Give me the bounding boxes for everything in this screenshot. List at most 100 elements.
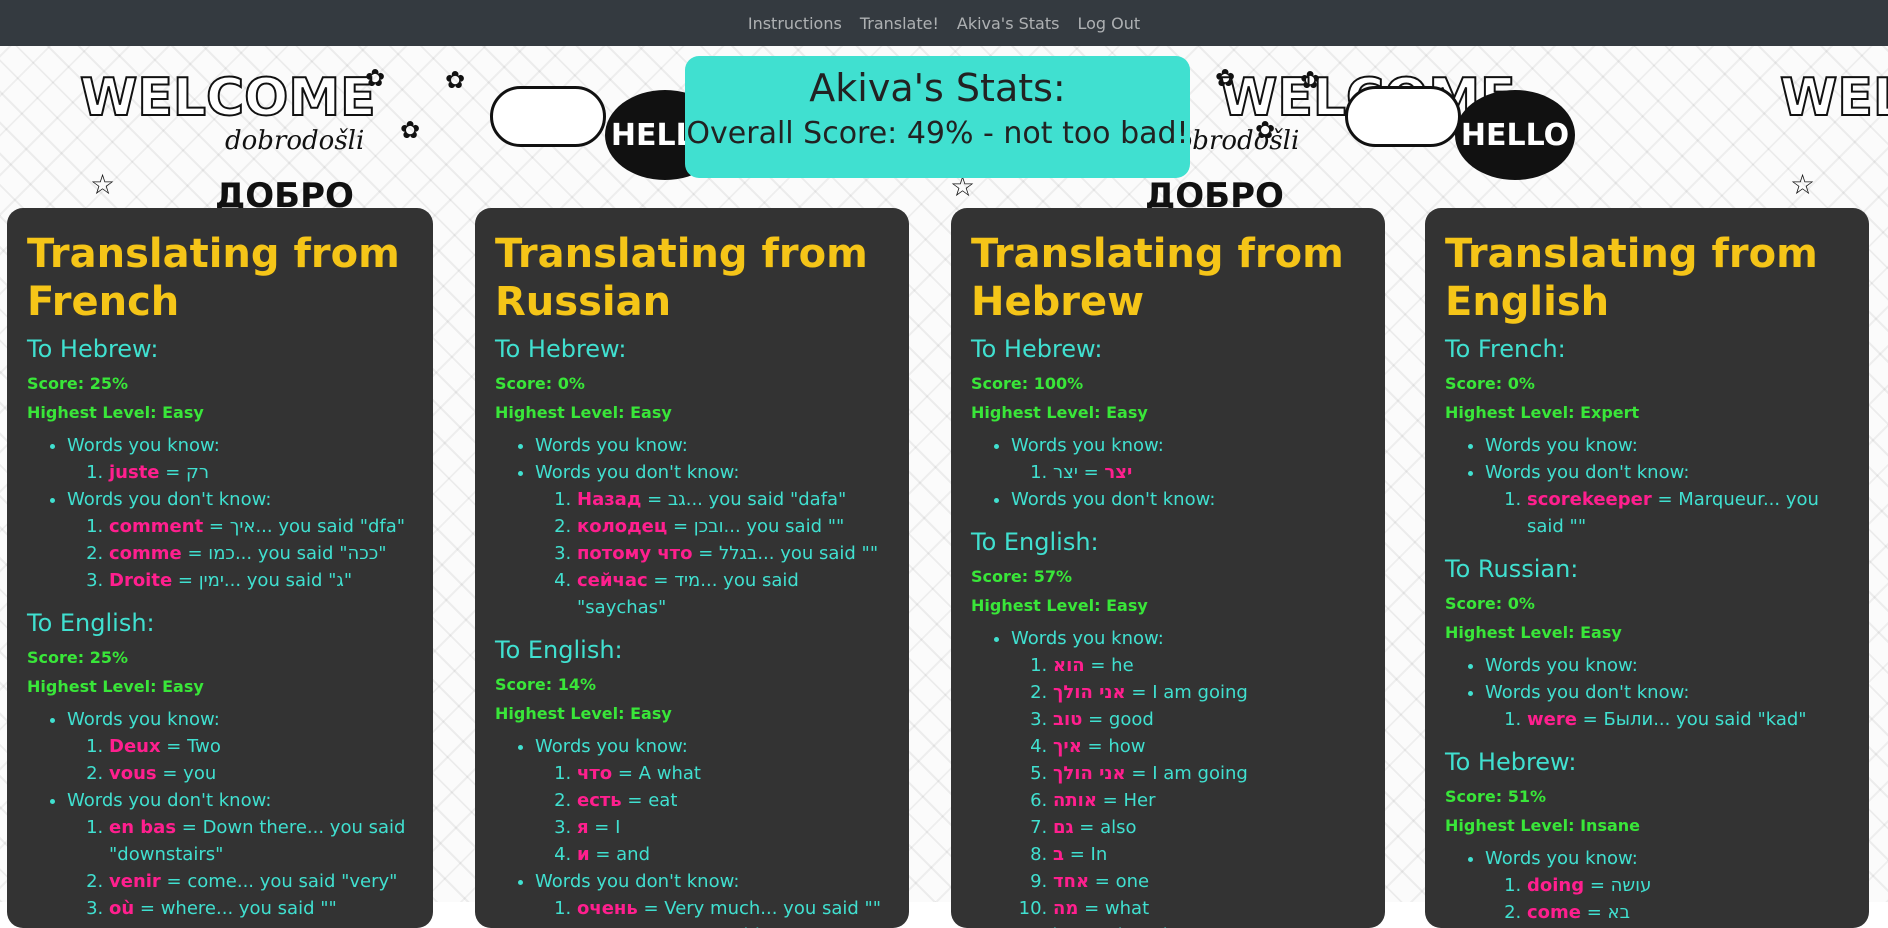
source-word: אני הולך xyxy=(1053,682,1126,703)
source-word: were xyxy=(1527,709,1577,730)
unknown-words-list: comment = איך... you said "dfa"comme = כ… xyxy=(67,513,413,594)
nav-instructions[interactable]: Instructions xyxy=(748,14,842,33)
word-item: venir = come... you said "very" xyxy=(109,868,413,895)
translation-section: To French: Score: 0% Highest Level: Expert… xyxy=(1445,334,1849,540)
section-title: To English: xyxy=(27,609,155,637)
source-word: что xyxy=(577,763,613,784)
bg-flower-icon: ✿ xyxy=(365,64,386,92)
bg-star-icon: ☆ xyxy=(1790,168,1816,201)
unknown-words-label: Words you don't know: xyxy=(535,462,740,483)
unknown-words-label: Words you don't know: xyxy=(67,489,272,510)
bg-flower-icon: ✿ xyxy=(400,116,421,144)
word-item: אותה = Her xyxy=(1053,787,1365,814)
source-word: Deux xyxy=(109,736,161,757)
word-translation: = In xyxy=(1063,844,1108,865)
word-item: מה = what xyxy=(1053,895,1365,922)
source-word: scorekeeper xyxy=(1527,489,1652,510)
score-text: Score: 0% xyxy=(495,374,585,393)
known-words-group: Words you know: xyxy=(1485,432,1849,459)
word-groups: Words you know: Words you don't know: scor… xyxy=(1445,432,1849,540)
known-words-list: doing = עושהcome = בא xyxy=(1485,872,1849,926)
word-item: comment = איך... you said "dfa" xyxy=(109,513,413,540)
word-item: were = Были... you said "kad" xyxy=(1527,706,1849,733)
source-word: אחד xyxy=(1053,871,1090,892)
unknown-words-list: очень = Very much... you said ""ты = You… xyxy=(535,895,889,928)
card-title: Translating from English xyxy=(1445,231,1818,325)
stats-header: Akiva's Stats: Overall Score: 49% - not … xyxy=(685,56,1190,178)
word-translation: = and xyxy=(589,844,651,865)
source-word: очень xyxy=(577,898,638,919)
unknown-words-group: Words you don't know: Назад = גב... you s… xyxy=(535,459,889,621)
word-item: что = A what xyxy=(577,760,889,787)
section-title: To Hebrew: xyxy=(1445,748,1577,776)
known-words-label: Words you know: xyxy=(1485,655,1638,676)
known-words-label: Words you know: xyxy=(1011,435,1164,456)
word-translation: = רק xyxy=(159,462,209,483)
word-item: потому что = בגלל... you said "" xyxy=(577,540,889,567)
nav-log-out[interactable]: Log Out xyxy=(1077,14,1140,33)
card-title: Translating from Russian xyxy=(495,231,868,325)
translation-section: To Hebrew: Score: 100% Highest Level: Easy… xyxy=(971,334,1365,513)
known-words-group: Words you know: xyxy=(535,432,889,459)
unknown-words-list: scorekeeper = Marqueur... you said "" xyxy=(1485,486,1849,540)
unknown-words-group: Words you don't know: scorekeeper = Marqu… xyxy=(1485,459,1849,540)
word-translation: = how xyxy=(1081,736,1146,757)
source-word: comment xyxy=(109,516,204,537)
level-text: Highest Level: Easy xyxy=(27,403,204,422)
source-word: Назад xyxy=(577,489,642,510)
level-text: Highest Level: Easy xyxy=(495,403,672,422)
word-translation: = Были... you said "kad" xyxy=(1576,709,1807,730)
stats-title: Akiva's Stats: xyxy=(809,66,1066,110)
nav-stats[interactable]: Akiva's Stats xyxy=(957,14,1060,33)
word-translation: = where... you said "" xyxy=(134,898,337,919)
known-words-group: Words you know: xyxy=(1485,652,1849,679)
word-groups: Words you know: juste = רק Words you don't… xyxy=(27,432,413,594)
unknown-words-list: en bas = Down there... you said "downsta… xyxy=(67,814,413,922)
known-words-list: juste = רק xyxy=(67,459,413,486)
bg-flower-icon: ✿ xyxy=(1300,66,1321,94)
score-text: Score: 100% xyxy=(971,374,1084,393)
known-words-label: Words you know: xyxy=(67,435,220,456)
word-translation: = I am going xyxy=(1125,763,1248,784)
word-groups: Words you know: Words you don't know: Наза… xyxy=(495,432,889,621)
word-translation: = בגלל... you said "" xyxy=(692,543,879,564)
bg-word-welcome: WELCOME xyxy=(79,67,377,129)
known-words-label: Words you know: xyxy=(535,736,688,757)
word-item: сейчас = מיד... you said "saychas" xyxy=(577,567,889,621)
word-groups: Words you know:הוא = heאני הולך = I am g… xyxy=(971,625,1365,928)
level-text: Highest Level: Easy xyxy=(971,596,1148,615)
word-translation: = I xyxy=(588,817,621,838)
word-translation: = ימין... you said "ג" xyxy=(172,570,353,591)
overall-score: Overall Score: 49% - not too bad! xyxy=(686,116,1189,151)
nav-translate[interactable]: Translate! xyxy=(860,14,939,33)
score-text: Score: 25% xyxy=(27,648,129,667)
bg-cloud-2 xyxy=(1345,86,1461,147)
word-item: אני הולך = I am going xyxy=(1053,760,1365,787)
source-word: הוא xyxy=(1053,655,1085,676)
word-item: אני הולך = I am going xyxy=(1053,679,1365,706)
source-word: comme xyxy=(109,543,182,564)
language-card: Translating from Russian To Hebrew: Score:… xyxy=(475,208,909,928)
section-title: To Hebrew: xyxy=(495,335,627,363)
word-item: ב = In xyxy=(1053,841,1365,868)
source-word: où xyxy=(109,898,135,919)
unknown-words-group: Words you don't know: xyxy=(1011,922,1365,928)
word-item: יצר = יצר xyxy=(1053,459,1365,486)
bg-hello-bubble-2: HELLO xyxy=(1455,90,1575,180)
known-words-group: Words you know: יצר = יצר xyxy=(1011,432,1365,486)
level-text: Highest Level: Easy xyxy=(971,403,1148,422)
language-card: Translating from English To French: Score:… xyxy=(1425,208,1869,928)
score-text: Score: 57% xyxy=(971,567,1073,586)
word-translation: = Two xyxy=(160,736,221,757)
word-item: טוב = good xyxy=(1053,706,1365,733)
word-item: очень = Very much... you said "" xyxy=(577,895,889,922)
word-item: scorekeeper = Marqueur... you said "" xyxy=(1527,486,1849,540)
bg-cloud xyxy=(490,86,606,147)
source-word: есть xyxy=(577,790,622,811)
source-word: Droite xyxy=(109,570,173,591)
known-words-group: Words you know:что = A whatесть = eatя =… xyxy=(535,733,889,868)
unknown-words-list: were = Были... you said "kad" xyxy=(1485,706,1849,733)
word-item: Назад = גב... you said "dafa" xyxy=(577,486,889,513)
word-translation: = A what xyxy=(612,763,701,784)
score-text: Score: 25% xyxy=(27,374,129,393)
